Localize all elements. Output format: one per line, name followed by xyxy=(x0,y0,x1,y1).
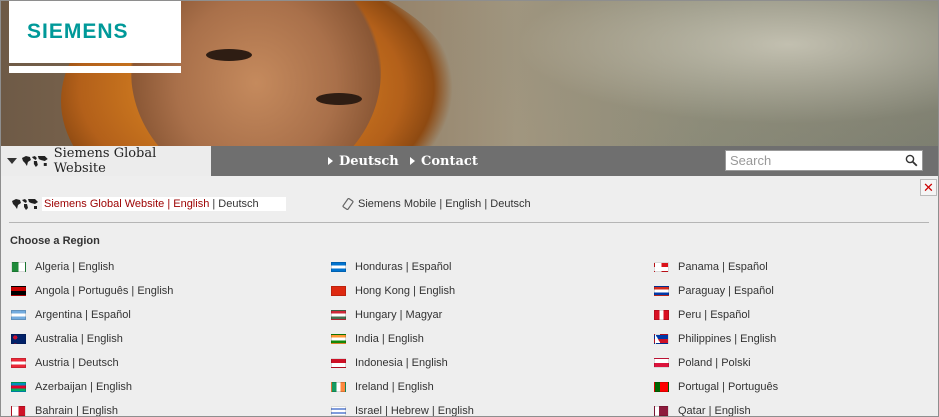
region-item[interactable]: Hungary | Magyar xyxy=(331,303,474,327)
region-item-label: Panama | Español xyxy=(678,261,768,273)
region-item-label: Argentina | Español xyxy=(35,309,131,321)
region-item[interactable]: Israel | Hebrew | English xyxy=(331,399,474,417)
country-flag-icon xyxy=(331,358,346,368)
country-flag-icon xyxy=(331,406,346,416)
region-item-label: Paraguay | Español xyxy=(678,285,774,297)
region-item-label: Bahrain | English xyxy=(35,405,118,417)
region-item-label: Australia | English xyxy=(35,333,123,345)
country-flag-icon xyxy=(11,310,26,320)
region-item[interactable]: Hong Kong | English xyxy=(331,279,474,303)
region-item-label: Indonesia | English xyxy=(355,357,448,369)
region-item[interactable]: Philippines | English xyxy=(654,327,778,351)
region-item[interactable]: Australia | English xyxy=(11,327,173,351)
country-flag-icon xyxy=(331,382,346,392)
country-flag-icon xyxy=(654,310,669,320)
region-item[interactable]: Peru | Español xyxy=(654,303,778,327)
region-item-label: Philippines | English xyxy=(678,333,777,345)
logo-text: SIEMENS xyxy=(27,20,129,43)
region-item-label: Austria | Deutsch xyxy=(35,357,119,369)
country-flag-icon xyxy=(331,286,346,296)
country-flag-icon xyxy=(11,382,26,392)
region-item-label: Hong Kong | English xyxy=(355,285,456,297)
region-item-label: Angola | Português | English xyxy=(35,285,174,297)
region-item-label: Poland | Polski xyxy=(678,357,751,369)
region-item-label: India | English xyxy=(355,333,424,345)
country-flag-icon xyxy=(11,358,26,368)
region-item-label: Hungary | Magyar xyxy=(355,309,443,321)
region-item[interactable]: Ireland | English xyxy=(331,375,474,399)
region-item[interactable]: Azerbaijan | English xyxy=(11,375,173,399)
country-flag-icon xyxy=(654,262,669,272)
navigation-bar: Siemens Global Website Deutsch Contact xyxy=(1,146,938,176)
search-input[interactable] xyxy=(726,151,898,170)
region-item[interactable]: Panama | Español xyxy=(654,255,778,279)
world-map-icon xyxy=(12,199,38,210)
region-item[interactable]: Honduras | Español xyxy=(331,255,474,279)
global-english-link[interactable]: English xyxy=(173,198,209,210)
region-item[interactable]: Austria | Deutsch xyxy=(11,351,173,375)
country-flag-icon xyxy=(11,262,26,272)
country-flag-icon xyxy=(11,286,26,296)
region-item[interactable]: Poland | Polski xyxy=(654,351,778,375)
region-item[interactable]: India | English xyxy=(331,327,474,351)
mobile-phone-icon xyxy=(342,198,354,210)
region-column-2: Honduras | Español Hong Kong | English Hun… xyxy=(331,255,474,417)
search-box xyxy=(725,150,923,171)
region-item[interactable]: Angola | Português | English xyxy=(11,279,173,303)
region-item-label: Peru | Español xyxy=(678,309,750,321)
site-selector[interactable]: Siemens Global Website xyxy=(1,146,211,176)
site-title: Siemens Global Website xyxy=(53,146,157,176)
nav-link-contact[interactable]: Contact xyxy=(410,146,478,176)
region-item-label: Azerbaijan | English xyxy=(35,381,133,393)
country-flag-icon xyxy=(654,358,669,368)
country-flag-icon xyxy=(654,334,669,344)
country-flag-icon xyxy=(331,334,346,344)
country-flag-icon xyxy=(654,382,669,392)
hero-banner: SIEMENS xyxy=(1,1,938,146)
search-icon[interactable] xyxy=(905,154,918,167)
arrow-right-icon xyxy=(328,157,333,165)
siemens-logo[interactable]: SIEMENS xyxy=(9,1,181,63)
close-button[interactable]: ✕ xyxy=(920,179,937,196)
logo-underline xyxy=(9,66,181,73)
region-item[interactable]: Algeria | English xyxy=(11,255,173,279)
country-flag-icon xyxy=(654,286,669,296)
divider xyxy=(9,222,929,223)
region-item[interactable]: Indonesia | English xyxy=(331,351,474,375)
nav-link-deutsch[interactable]: Deutsch xyxy=(328,146,399,176)
global-website-row: Siemens Global Website | English | Deuts… xyxy=(11,197,286,211)
region-heading: Choose a Region xyxy=(10,235,100,247)
region-item[interactable]: Paraguay | Español xyxy=(654,279,778,303)
region-item-label: Qatar | English xyxy=(678,405,751,417)
caret-down-icon xyxy=(7,158,17,164)
country-flag-icon xyxy=(654,406,669,416)
global-deutsch-link[interactable]: Deutsch xyxy=(218,198,258,210)
region-item-label: Algeria | English xyxy=(35,261,115,273)
region-item-label: Israel | Hebrew | English xyxy=(355,405,474,417)
region-column-3: Panama | Español Paraguay | Español Peru |… xyxy=(654,255,778,417)
region-item[interactable]: Qatar | English xyxy=(654,399,778,417)
arrow-right-icon xyxy=(410,157,415,165)
country-flag-icon xyxy=(11,334,26,344)
region-item[interactable]: Portugal | Português xyxy=(654,375,778,399)
region-item-label: Ireland | English xyxy=(355,381,434,393)
mobile-website-row[interactable]: Siemens Mobile | English | Deutsch xyxy=(342,198,531,210)
region-item-label: Portugal | Português xyxy=(678,381,779,393)
world-map-icon xyxy=(21,156,48,167)
country-flag-icon xyxy=(11,406,26,416)
region-panel: ✕ Siemens Global Website | English | Deu… xyxy=(1,176,938,417)
region-item[interactable]: Bahrain | English xyxy=(11,399,173,417)
region-item[interactable]: Argentina | Español xyxy=(11,303,173,327)
country-flag-icon xyxy=(331,310,346,320)
region-item-label: Honduras | Español xyxy=(355,261,452,273)
country-flag-icon xyxy=(331,262,346,272)
global-website-link[interactable]: Siemens Global Website xyxy=(44,198,164,210)
region-column-1: Algeria | English Angola | Português | En… xyxy=(11,255,173,417)
page-frame: SIEMENS Siemens Global Website Deutsch C… xyxy=(0,0,939,417)
